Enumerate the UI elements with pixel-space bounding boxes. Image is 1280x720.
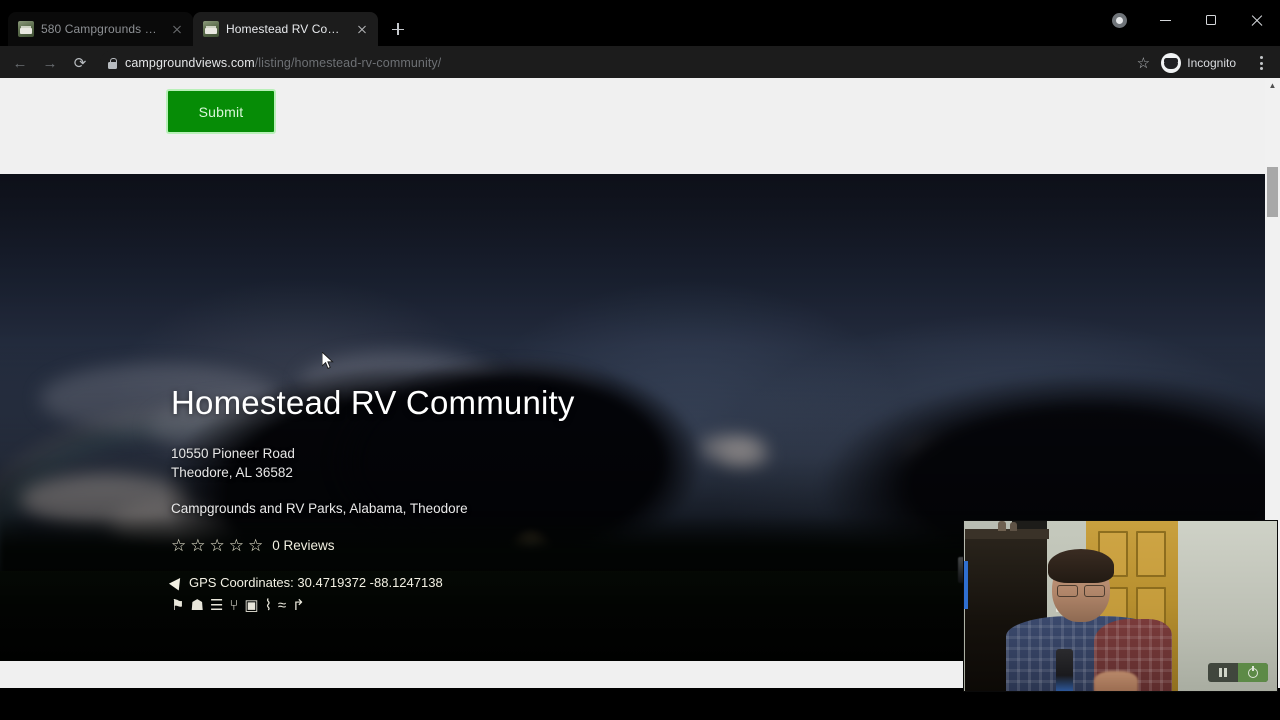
cable-tv-icon[interactable]: ▣	[244, 598, 258, 613]
laundry-icon[interactable]: ☰	[210, 598, 223, 613]
eyeglasses	[1057, 585, 1105, 597]
incognito-label: Incognito	[1187, 56, 1236, 70]
pause-icon[interactable]	[1208, 663, 1238, 682]
url-host: campgroundviews.com	[125, 56, 255, 70]
listing-categories: Campgrounds and RV Parks, Alabama, Theod…	[171, 500, 468, 516]
star-icon[interactable]: ☆	[210, 537, 225, 554]
browser-tab-1[interactable]: 580 Campgrounds and RV parks	[8, 12, 193, 46]
gps-coordinates-label: GPS Coordinates: 30.4719372 -88.1247138	[189, 574, 443, 590]
microphone	[1056, 649, 1073, 691]
record-icon[interactable]	[1238, 663, 1268, 682]
bottom-black-band	[0, 688, 1280, 720]
restaurant-icon[interactable]: ⌇	[265, 598, 272, 613]
tab-strip: 580 Campgrounds and RV parks Homestead R…	[0, 0, 1280, 46]
tab-title: Homestead RV Community	[226, 22, 347, 36]
shelf-figurine	[1010, 522, 1017, 531]
address-line-1: 10550 Pioneer Road	[171, 445, 295, 461]
back-button[interactable]: ←	[6, 49, 34, 77]
wifi-antenna-icon[interactable]: ⑂	[229, 598, 238, 613]
listing-address: 10550 Pioneer Road Theodore, AL 36582	[171, 444, 575, 482]
star-rating[interactable]: ☆ ☆ ☆ ☆ ☆	[171, 537, 263, 554]
campfire-icon[interactable]: ☗	[190, 598, 203, 613]
browser-tab-2[interactable]: Homestead RV Community	[193, 12, 378, 46]
rating-row: ☆ ☆ ☆ ☆ ☆ 0 Reviews	[171, 537, 575, 554]
reload-button[interactable]: ⟳	[66, 49, 94, 77]
form-section: Submit	[0, 78, 1280, 174]
window-controls	[1096, 0, 1280, 40]
browser-window: 580 Campgrounds and RV parks Homestead R…	[0, 0, 1280, 720]
submit-button[interactable]: Submit	[166, 89, 276, 134]
url-path: /listing/homestead-rv-community/	[254, 56, 442, 70]
scroll-up-arrow-icon[interactable]: ▲	[1265, 78, 1280, 93]
close-icon[interactable]	[1234, 0, 1280, 40]
location-arrow-icon	[168, 574, 186, 591]
webcam-controls	[1208, 663, 1268, 682]
new-tab-button[interactable]	[384, 15, 412, 43]
lock-icon	[108, 57, 117, 69]
url-text: campgroundviews.com/listing/homestead-rv…	[125, 56, 441, 70]
incognito-avatar-icon	[1161, 53, 1182, 73]
maximize-icon[interactable]	[1188, 0, 1234, 40]
star-icon[interactable]: ☆	[171, 537, 186, 554]
scrollbar-thumb[interactable]	[1267, 167, 1278, 217]
kebab-menu-icon[interactable]	[1248, 50, 1274, 76]
incognito-indicator[interactable]: Incognito	[1158, 50, 1246, 76]
campground-favicon	[18, 21, 34, 37]
person-hand	[1094, 671, 1138, 691]
gps-coordinates-row: GPS Coordinates: 30.4719372 -88.1247138	[168, 574, 575, 591]
browser-toolbar: ← → ⟳ campgroundviews.com/listing/homest…	[0, 46, 1280, 80]
amenities-icon-list: ⚑ ☗ ☰ ⑂ ▣ ⌇ ≈ ↱	[171, 598, 575, 613]
star-icon[interactable]: ☆	[248, 537, 263, 554]
campground-favicon	[203, 21, 219, 37]
close-icon[interactable]	[354, 21, 370, 37]
close-icon[interactable]	[169, 21, 185, 37]
tab-title: 580 Campgrounds and RV parks	[41, 22, 162, 36]
page-title: Homestead RV Community	[171, 384, 575, 421]
webcam-overlay[interactable]	[963, 520, 1278, 692]
cabinet-top	[965, 529, 1049, 539]
swimming-icon[interactable]: ≈	[278, 598, 286, 613]
bookmark-star-icon[interactable]: ☆	[1130, 50, 1156, 76]
minimize-icon[interactable]	[1142, 0, 1188, 40]
profile-circle-icon[interactable]	[1096, 0, 1142, 40]
pets-allowed-icon[interactable]: ↱	[292, 598, 305, 613]
person-hair	[1048, 549, 1114, 583]
address-line-2: Theodore, AL 36582	[171, 464, 293, 480]
restrooms-showers-icon[interactable]: ⚑	[171, 598, 184, 613]
address-bar[interactable]: campgroundviews.com/listing/homestead-rv…	[100, 50, 1123, 76]
reviews-count-label[interactable]: 0 Reviews	[272, 538, 334, 553]
listing-header: Homestead RV Community 10550 Pioneer Roa…	[168, 384, 575, 613]
shelf-figurine	[998, 521, 1006, 531]
star-icon[interactable]: ☆	[229, 537, 244, 554]
forward-button[interactable]: →	[36, 49, 64, 77]
star-icon[interactable]: ☆	[190, 537, 205, 554]
blue-object	[964, 561, 968, 609]
